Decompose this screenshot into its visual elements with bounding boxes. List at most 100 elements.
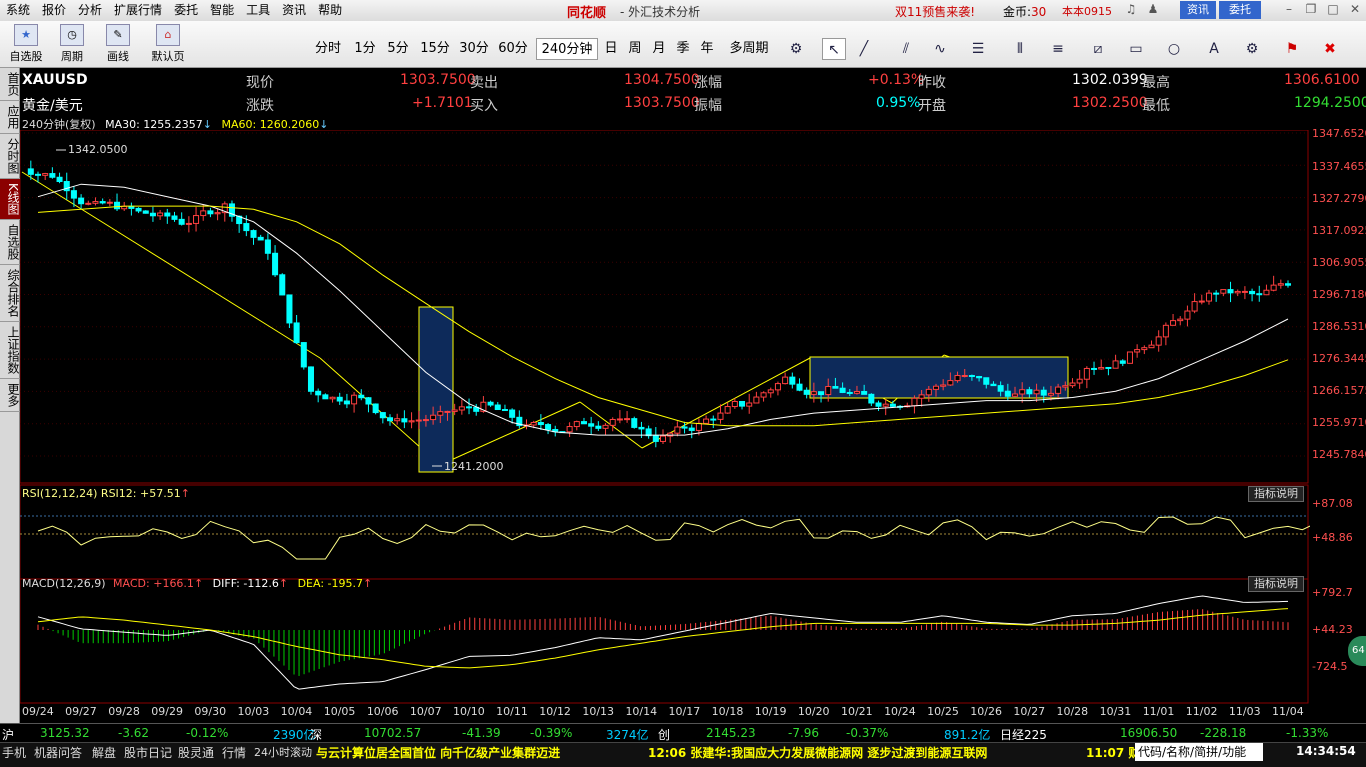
period-week[interactable]: 周: [625, 38, 645, 60]
period-fenshi[interactable]: 分时: [310, 38, 346, 60]
candle: [875, 400, 882, 411]
candle: [1119, 359, 1126, 367]
nav-apps[interactable]: 应用: [0, 101, 20, 134]
tab-diary[interactable]: 股市日记: [124, 744, 172, 761]
nav-kline[interactable]: K线图: [0, 179, 20, 220]
candle: [1256, 285, 1263, 302]
price-axis-label: 1255.9710: [1312, 416, 1366, 429]
candle: [767, 387, 774, 398]
delete-icon[interactable]: ✖: [1318, 38, 1342, 60]
gear-icon[interactable]: ⚙: [784, 38, 808, 60]
nav-watchlist[interactable]: 自选股: [0, 220, 20, 265]
cursor-icon[interactable]: ↖: [822, 38, 846, 60]
macd-help-button[interactable]: 指标说明: [1248, 576, 1304, 592]
cy-index: 2145.23: [706, 726, 756, 740]
rectangle-icon[interactable]: ▭: [1124, 38, 1148, 60]
line-tool-icon[interactable]: ╱: [852, 38, 876, 60]
period-button[interactable]: ◷ 周期: [52, 24, 92, 64]
candle: [142, 210, 149, 214]
menu-system[interactable]: 系统: [0, 0, 36, 21]
ellipse-icon[interactable]: ○: [1162, 38, 1186, 60]
gann-icon[interactable]: ⦀: [1008, 38, 1032, 60]
news-button[interactable]: 资讯: [1180, 1, 1216, 19]
badge-64[interactable]: 64: [1348, 636, 1366, 666]
period-month[interactable]: 月: [649, 38, 669, 60]
close-icon[interactable]: ✕: [1346, 2, 1364, 18]
highlight-box-low: [418, 306, 454, 473]
rsi-help-button[interactable]: 指标说明: [1248, 486, 1304, 502]
cy-change: -7.96: [788, 726, 820, 740]
candle: [595, 421, 602, 431]
news-ticker-1[interactable]: 与云计算位居全国首位 向千亿级产业集群迈进: [316, 744, 560, 761]
settings-icon[interactable]: ⚙: [1240, 38, 1264, 60]
menu-order[interactable]: 委托: [168, 0, 204, 21]
candle: [882, 399, 889, 416]
tab-analysis[interactable]: 解盘: [92, 744, 116, 761]
channel-icon[interactable]: ≡: [1046, 38, 1070, 60]
date-label: 10/31: [1099, 705, 1132, 718]
tab-guling[interactable]: 股灵通: [178, 744, 214, 761]
fibonacci-icon[interactable]: ☰: [966, 38, 990, 60]
search-input[interactable]: 代码/名称/简拼/功能: [1135, 743, 1263, 761]
macd-value: MACD: +166.1: [113, 577, 194, 590]
period-quarter[interactable]: 季: [673, 38, 693, 60]
app-logo: 同花顺: [567, 6, 607, 21]
tab-market[interactable]: 行情: [222, 744, 246, 761]
nav-home[interactable]: 首页: [0, 68, 20, 101]
nav-ranking[interactable]: 综合排名: [0, 265, 20, 322]
high-price: 1306.6100: [1284, 72, 1360, 88]
tab-mobile[interactable]: 手机: [2, 744, 26, 761]
gold-value: 30: [1031, 5, 1047, 19]
minimize-icon[interactable]: –: [1280, 2, 1298, 18]
watchlist-button[interactable]: ★ 自选股: [6, 24, 46, 64]
period-1min[interactable]: 1分: [350, 38, 380, 60]
period-60min[interactable]: 60分: [495, 38, 531, 60]
candle: [602, 423, 609, 436]
text-tool-icon[interactable]: A: [1202, 38, 1226, 60]
nav-more[interactable]: 更多: [0, 379, 20, 412]
date-label: 11/02: [1185, 705, 1218, 718]
wave-tool-icon[interactable]: ∿: [928, 38, 952, 60]
tab-24h[interactable]: 24小时滚动: [254, 744, 312, 760]
promo-link[interactable]: 双11预售来袭!: [895, 3, 975, 20]
nav-sh-index[interactable]: 上证指数: [0, 322, 20, 379]
account-name[interactable]: 本本0915: [1062, 3, 1112, 19]
menu-analysis[interactable]: 分析: [72, 0, 108, 21]
order-button[interactable]: 委托: [1219, 1, 1261, 19]
draw-button[interactable]: ✎ 画线: [98, 24, 138, 64]
period-year[interactable]: 年: [697, 38, 717, 60]
current-price-label: 现价: [246, 75, 274, 91]
period-15min[interactable]: 15分: [417, 38, 453, 60]
menu-help[interactable]: 帮助: [312, 0, 348, 21]
angle-icon[interactable]: ⧄: [1086, 38, 1110, 60]
kline-chart[interactable]: 1342.0500 1241.2000: [20, 130, 1310, 720]
date-label: 11/04: [1272, 705, 1304, 718]
bell-icon[interactable]: ♫: [1122, 2, 1140, 18]
restore-icon[interactable]: ❐: [1302, 2, 1320, 18]
maximize-icon[interactable]: □: [1324, 2, 1342, 18]
news-ticker-2[interactable]: 12:06 张建华:我国应大力发展微能源网 逐步过渡到能源互联网: [648, 744, 987, 761]
period-multi[interactable]: 多周期: [724, 38, 774, 60]
shirt-icon[interactable]: ♟: [1144, 2, 1162, 18]
bookmark-icon[interactable]: ⚑: [1280, 38, 1304, 60]
draw-label: 画线: [107, 50, 129, 63]
period-240min[interactable]: 240分钟: [536, 38, 598, 60]
menu-smart[interactable]: 智能: [204, 0, 240, 21]
rsi-gridlines: [20, 515, 1308, 535]
candle: [645, 425, 652, 439]
candle: [149, 206, 156, 222]
nav-timeshare[interactable]: 分时图: [0, 134, 20, 179]
menu-quote[interactable]: 报价: [36, 0, 72, 21]
menu-tools[interactable]: 工具: [240, 0, 276, 21]
menu-news[interactable]: 资讯: [276, 0, 312, 21]
candle: [1284, 280, 1292, 288]
period-day[interactable]: 日: [601, 38, 621, 60]
default-page-button[interactable]: ⌂ 默认页: [148, 24, 188, 64]
parallel-line-icon[interactable]: ⫽: [894, 38, 918, 60]
tab-robot-qa[interactable]: 机器问答: [34, 744, 82, 761]
menu-extended[interactable]: 扩展行情: [108, 0, 168, 21]
period-5min[interactable]: 5分: [383, 38, 413, 60]
news-ticker-3[interactable]: 11:07 财: [1086, 744, 1140, 761]
period-30min[interactable]: 30分: [456, 38, 492, 60]
date-label: 10/04: [280, 705, 313, 718]
